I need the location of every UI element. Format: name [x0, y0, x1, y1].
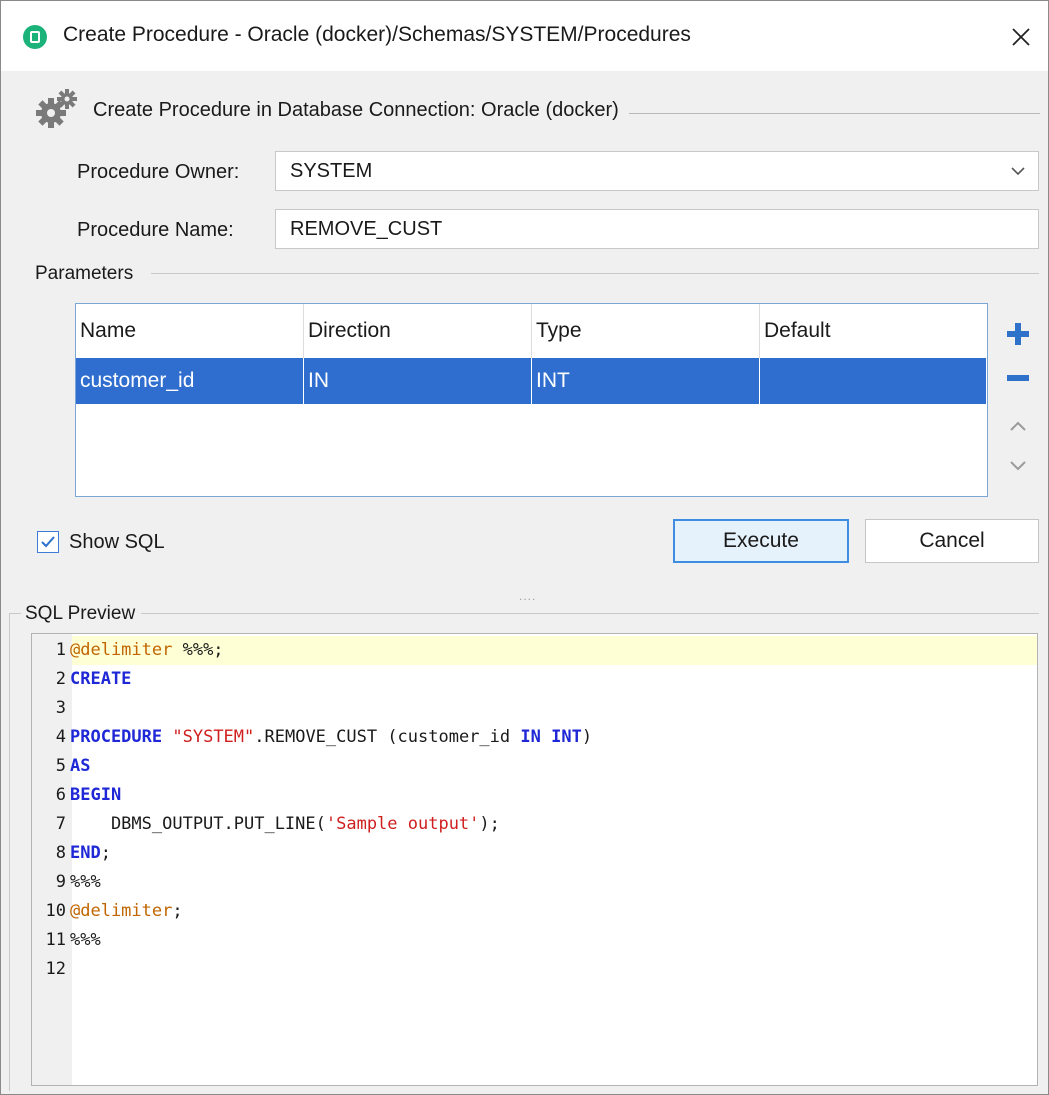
code-line: 12	[32, 955, 70, 984]
code-line: 9%%%	[32, 868, 101, 897]
show-sql-checkbox[interactable]	[37, 531, 59, 553]
code-line: 11%%%	[32, 926, 101, 955]
table-header: Name Direction Type Default	[76, 304, 987, 358]
cell-default[interactable]	[760, 358, 987, 404]
minus-icon	[1007, 375, 1029, 381]
move-up-button[interactable]	[1003, 411, 1033, 441]
code-line: 3	[32, 694, 70, 723]
cell-name[interactable]: customer_id	[76, 358, 304, 404]
plus-icon	[1007, 323, 1029, 345]
remove-parameter-button[interactable]	[1003, 363, 1033, 393]
line-number: 11	[45, 930, 66, 950]
code-line: 4 PROCEDURE "SYSTEM".REMOVE_CUST (custome…	[32, 723, 592, 752]
parameters-label: Parameters	[35, 263, 142, 285]
title-bar: Create Procedure - Oracle (docker)/Schem…	[1, 1, 1048, 71]
close-button[interactable]	[1001, 17, 1041, 57]
procedure-name-value: REMOVE_CUST	[290, 217, 443, 240]
code-line: 2 CREATE	[32, 665, 132, 694]
code-line: 5 AS	[32, 752, 91, 781]
code-line: 1 @delimiter %%%;	[32, 636, 224, 665]
close-icon	[1012, 28, 1030, 46]
sql-preview-separator	[9, 613, 1039, 614]
group-title: Create Procedure in Database Connection:…	[93, 99, 629, 122]
code-line: 10 @delimiter;	[32, 897, 183, 926]
add-parameter-button[interactable]	[1003, 319, 1033, 349]
line-number: 6	[55, 785, 66, 805]
owner-value: SYSTEM	[290, 159, 373, 182]
chevron-down-icon	[1011, 167, 1025, 176]
code-line: 6 BEGIN	[32, 781, 121, 810]
chevron-down-icon	[1010, 461, 1026, 471]
column-header-name[interactable]: Name	[76, 304, 304, 358]
move-down-button[interactable]	[1003, 451, 1033, 481]
parameters-table[interactable]: Name Direction Type Default customer_id …	[75, 303, 988, 497]
line-number: 3	[55, 698, 66, 718]
create-procedure-dialog: Create Procedure - Oracle (docker)/Schem…	[0, 0, 1049, 1095]
show-sql-label[interactable]: Show SQL	[69, 531, 165, 554]
code-line: 7 DBMS_OUTPUT.PUT_LINE('Sample output');	[32, 810, 500, 839]
gears-icon	[36, 89, 77, 128]
name-label: Procedure Name:	[77, 219, 234, 241]
window-title: Create Procedure - Oracle (docker)/Schem…	[63, 23, 691, 46]
line-number: 1	[55, 640, 66, 660]
line-number: 7	[55, 814, 66, 834]
splitter-handle[interactable]: ....	[519, 589, 536, 603]
column-header-type[interactable]: Type	[532, 304, 760, 358]
cancel-button[interactable]: Cancel	[865, 519, 1039, 563]
line-number: 5	[55, 756, 66, 776]
sql-editor[interactable]: 1 @delimiter %%%; 2 CREATE 3 4 PROCEDURE "S…	[31, 633, 1038, 1086]
execute-button[interactable]: Execute	[673, 519, 849, 563]
code-line: 8 END;	[32, 839, 111, 868]
cell-type[interactable]: INT	[532, 358, 760, 404]
table-row[interactable]: customer_id IN INT	[76, 358, 987, 404]
app-icon	[23, 25, 47, 49]
line-number: 9	[55, 872, 66, 892]
owner-select[interactable]: SYSTEM	[275, 151, 1039, 191]
line-number: 12	[45, 959, 66, 979]
parameters-separator	[151, 273, 1039, 274]
column-header-default[interactable]: Default	[760, 304, 987, 358]
line-number: 4	[55, 727, 66, 747]
line-number: 10	[45, 901, 66, 921]
checkmark-icon	[41, 536, 55, 548]
sql-preview-label: SQL Preview	[21, 603, 142, 625]
owner-label: Procedure Owner:	[77, 161, 240, 183]
line-number: 8	[55, 843, 66, 863]
line-number: 2	[55, 669, 66, 689]
cell-direction[interactable]: IN	[304, 358, 532, 404]
column-header-direction[interactable]: Direction	[304, 304, 532, 358]
chevron-up-icon	[1010, 421, 1026, 431]
sql-preview-border	[9, 613, 10, 1091]
procedure-name-input[interactable]: REMOVE_CUST	[275, 209, 1039, 249]
